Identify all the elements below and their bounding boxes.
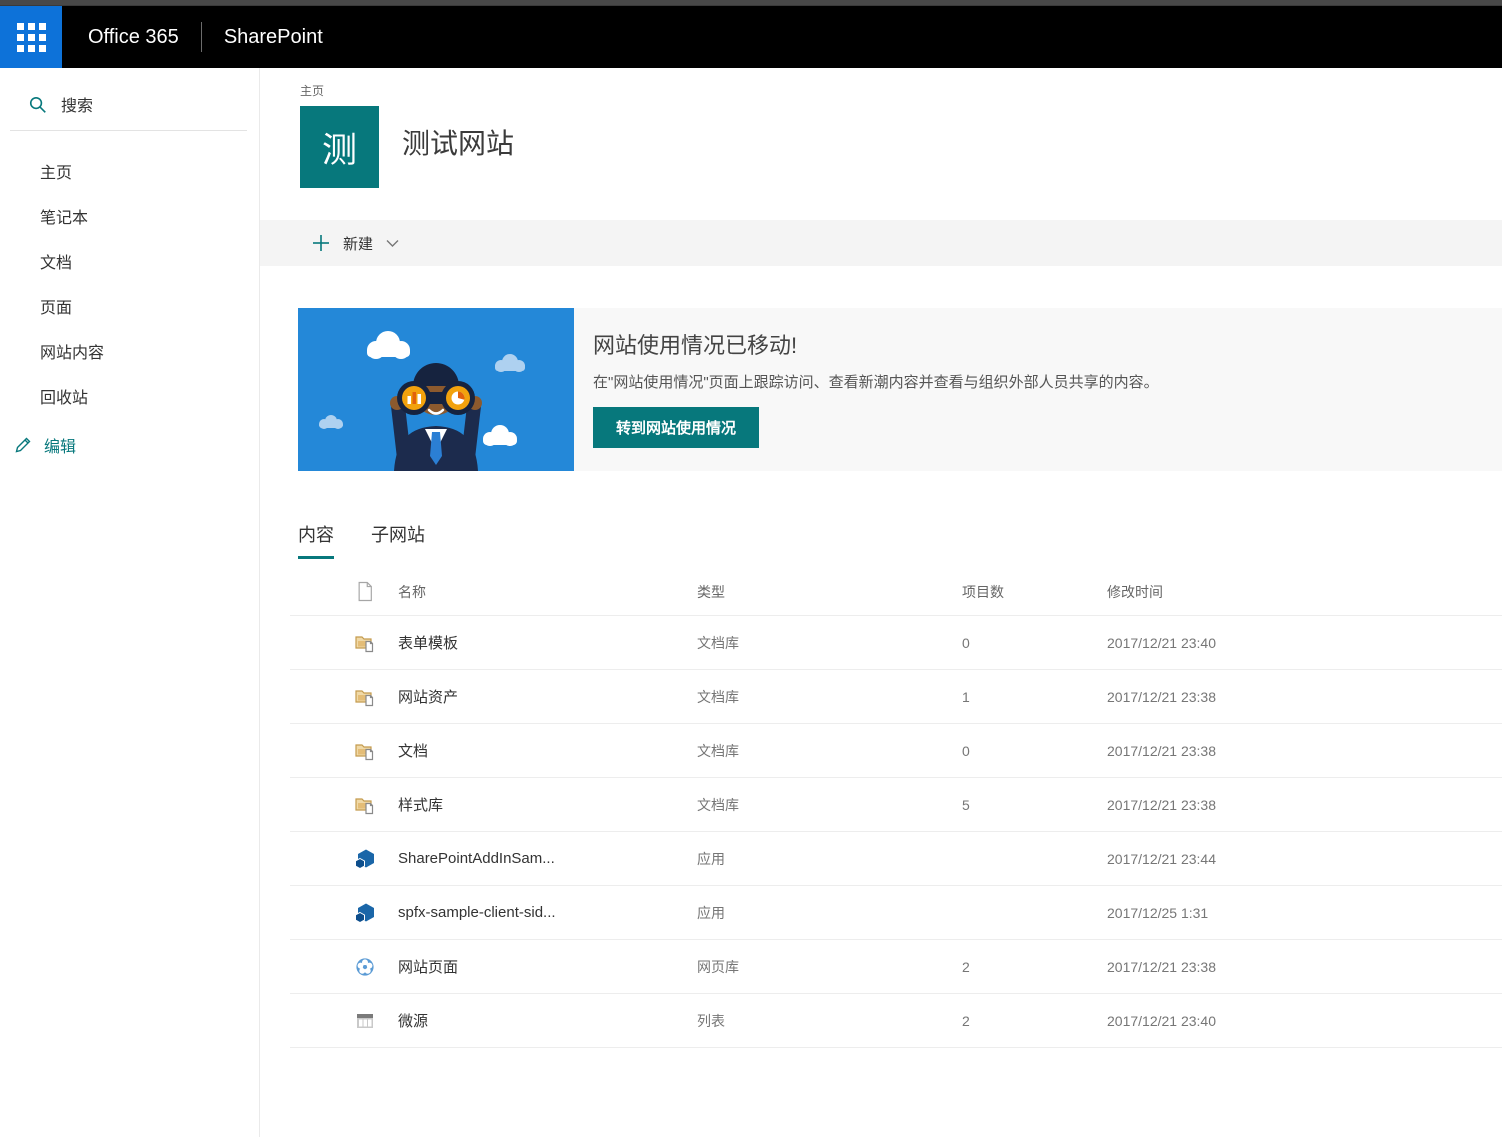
row-name-link[interactable]: 网站页面 xyxy=(398,956,697,977)
row-type: 应用 xyxy=(697,903,962,923)
banner-text-panel: 网站使用情况已移动! 在"网站使用情况"页面上跟踪访问、查看新潮内容并查看与组织… xyxy=(574,308,1502,471)
sidebar-item-6[interactable]: 回收站 xyxy=(0,376,259,421)
table-row[interactable]: 微源列表22017/12/21 23:40 xyxy=(290,994,1502,1048)
row-modified-date: 2017/12/21 23:44 xyxy=(1107,851,1502,867)
contents-table: 名称 类型 项目数 修改时间 表单模板文档库02017/12/21 23:40网… xyxy=(290,568,1502,1048)
plus-icon xyxy=(310,232,332,254)
table-body: 表单模板文档库02017/12/21 23:40网站资产文档库12017/12/… xyxy=(290,616,1502,1048)
column-header-count[interactable]: 项目数 xyxy=(962,582,1107,602)
row-modified-date: 2017/12/21 23:38 xyxy=(1107,689,1502,705)
document-library-icon xyxy=(354,794,376,816)
table-row[interactable]: SharePointAddInSam...应用 2017/12/21 23:44 xyxy=(290,832,1502,886)
site-usage-illustration xyxy=(298,308,574,471)
app-launcher-button[interactable] xyxy=(0,6,62,68)
sidebar: 搜索 主页笔记本文档页面网站内容回收站 编辑 xyxy=(0,68,260,1137)
sidebar-item-4[interactable]: 页面 xyxy=(0,286,259,331)
row-item-count: 5 xyxy=(962,797,1107,813)
table-row[interactable]: 网站资产文档库12017/12/21 23:38 xyxy=(290,670,1502,724)
tab-1[interactable]: 内容 xyxy=(298,521,334,559)
sidebar-nav: 主页笔记本文档页面网站内容回收站 xyxy=(0,131,259,421)
column-header-modified[interactable]: 修改时间 xyxy=(1107,582,1502,602)
page-icon xyxy=(354,581,376,603)
row-type: 列表 xyxy=(697,1011,962,1031)
site-usage-banner: 网站使用情况已移动! 在"网站使用情况"页面上跟踪访问、查看新潮内容并查看与组织… xyxy=(298,308,1502,471)
row-modified-date: 2017/12/25 1:31 xyxy=(1107,905,1502,921)
search-label: 搜索 xyxy=(61,92,93,116)
command-bar: 新建 xyxy=(260,220,1502,266)
brand-separator xyxy=(201,22,202,52)
search-icon xyxy=(26,93,48,115)
row-name-link[interactable]: 文档 xyxy=(398,740,697,761)
site-pages-icon xyxy=(354,956,376,978)
app-icon xyxy=(354,848,376,870)
table-row[interactable]: 文档文档库02017/12/21 23:38 xyxy=(290,724,1502,778)
column-header-name[interactable]: 名称 xyxy=(398,582,697,602)
app-icon xyxy=(354,902,376,924)
edit-label: 编辑 xyxy=(44,433,76,457)
table-row[interactable]: 表单模板文档库02017/12/21 23:40 xyxy=(290,616,1502,670)
tab-2[interactable]: 子网站 xyxy=(371,521,425,559)
row-item-count: 0 xyxy=(962,743,1107,759)
suite-bar: Office 365 SharePoint xyxy=(0,6,1502,68)
site-header: 主页 测 测试网站 xyxy=(260,68,1502,188)
document-library-icon xyxy=(354,740,376,762)
row-modified-date: 2017/12/21 23:38 xyxy=(1107,743,1502,759)
banner-description: 在"网站使用情况"页面上跟踪访问、查看新潮内容并查看与组织外部人员共享的内容。 xyxy=(593,371,1472,392)
row-item-count: 1 xyxy=(962,689,1107,705)
row-modified-date: 2017/12/21 23:38 xyxy=(1107,959,1502,975)
document-library-icon xyxy=(354,632,376,654)
column-header-type[interactable]: 类型 xyxy=(697,582,962,602)
row-name-link[interactable]: 表单模板 xyxy=(398,632,697,653)
row-type: 文档库 xyxy=(697,795,962,815)
main-content: 主页 测 测试网站 新建 xyxy=(260,68,1502,1137)
row-type: 应用 xyxy=(697,849,962,869)
row-modified-date: 2017/12/21 23:40 xyxy=(1107,1013,1502,1029)
page-title: 测试网站 xyxy=(402,122,514,162)
row-item-count: 2 xyxy=(962,1013,1107,1029)
row-type: 文档库 xyxy=(697,633,962,653)
sidebar-item-3[interactable]: 文档 xyxy=(0,241,259,286)
brand-office365[interactable]: Office 365 xyxy=(88,26,179,49)
row-type: 文档库 xyxy=(697,687,962,707)
waffle-icon xyxy=(17,23,46,52)
edit-links-button[interactable]: 编辑 xyxy=(0,421,259,457)
table-row[interactable]: 样式库文档库52017/12/21 23:38 xyxy=(290,778,1502,832)
content-tabs: 内容子网站 xyxy=(298,521,1502,559)
app-root: Office 365 SharePoint 搜索 主页笔记本文档页面网站内容回收… xyxy=(0,0,1502,1137)
brand-sharepoint[interactable]: SharePoint xyxy=(224,26,323,49)
banner-title: 网站使用情况已移动! xyxy=(593,328,1472,360)
row-modified-date: 2017/12/21 23:40 xyxy=(1107,635,1502,651)
table-row[interactable]: 网站页面网页库22017/12/21 23:38 xyxy=(290,940,1502,994)
sidebar-item-2[interactable]: 笔记本 xyxy=(0,196,259,241)
row-item-count: 2 xyxy=(962,959,1107,975)
row-name-link[interactable]: 样式库 xyxy=(398,794,697,815)
row-name-link[interactable]: 微源 xyxy=(398,1010,697,1031)
row-name-link[interactable]: spfx-sample-client-sid... xyxy=(398,904,697,921)
site-logo[interactable]: 测 xyxy=(300,106,379,188)
row-type: 文档库 xyxy=(697,741,962,761)
sidebar-item-1[interactable]: 主页 xyxy=(0,151,259,196)
table-header-row: 名称 类型 项目数 修改时间 xyxy=(290,568,1502,616)
list-icon xyxy=(354,1010,376,1032)
pencil-icon xyxy=(12,434,34,456)
document-library-icon xyxy=(354,686,376,708)
row-name-link[interactable]: 网站资产 xyxy=(398,686,697,707)
go-to-site-usage-button[interactable]: 转到网站使用情况 xyxy=(593,407,759,448)
search-box[interactable]: 搜索 xyxy=(0,82,259,130)
row-type: 网页库 xyxy=(697,957,962,977)
breadcrumb[interactable]: 主页 xyxy=(300,82,1502,99)
new-button[interactable]: 新建 xyxy=(310,232,399,254)
row-item-count: 0 xyxy=(962,635,1107,651)
new-button-label: 新建 xyxy=(343,233,373,254)
row-name-link[interactable]: SharePointAddInSam... xyxy=(398,850,697,867)
table-row[interactable]: spfx-sample-client-sid...应用 2017/12/25 1:… xyxy=(290,886,1502,940)
row-modified-date: 2017/12/21 23:38 xyxy=(1107,797,1502,813)
sidebar-item-5[interactable]: 网站内容 xyxy=(0,331,259,376)
chevron-down-icon xyxy=(386,239,399,248)
